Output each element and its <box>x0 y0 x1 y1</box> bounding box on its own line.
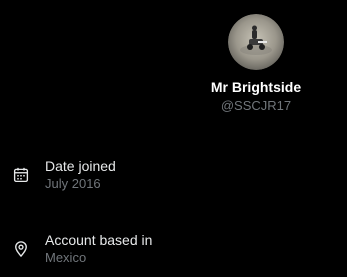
username-handle: @SSCJR17 <box>220 98 292 113</box>
date-joined-value: July 2016 <box>45 176 101 191</box>
profile-header: Mr Brightside @SSCJR17 <box>200 14 312 114</box>
account-location-row: Account based in Mexico <box>12 232 152 266</box>
display-name: Mr Brightside <box>210 79 302 95</box>
location-pin-icon <box>15 241 27 258</box>
date-joined-row: Date joined July 2016 <box>12 158 116 192</box>
account-location-label: Account based in <box>45 232 153 248</box>
calendar-icon <box>13 167 29 183</box>
date-joined-label: Date joined <box>45 158 116 174</box>
profile-avatar[interactable] <box>228 14 284 70</box>
account-location-value: Mexico <box>45 250 87 265</box>
